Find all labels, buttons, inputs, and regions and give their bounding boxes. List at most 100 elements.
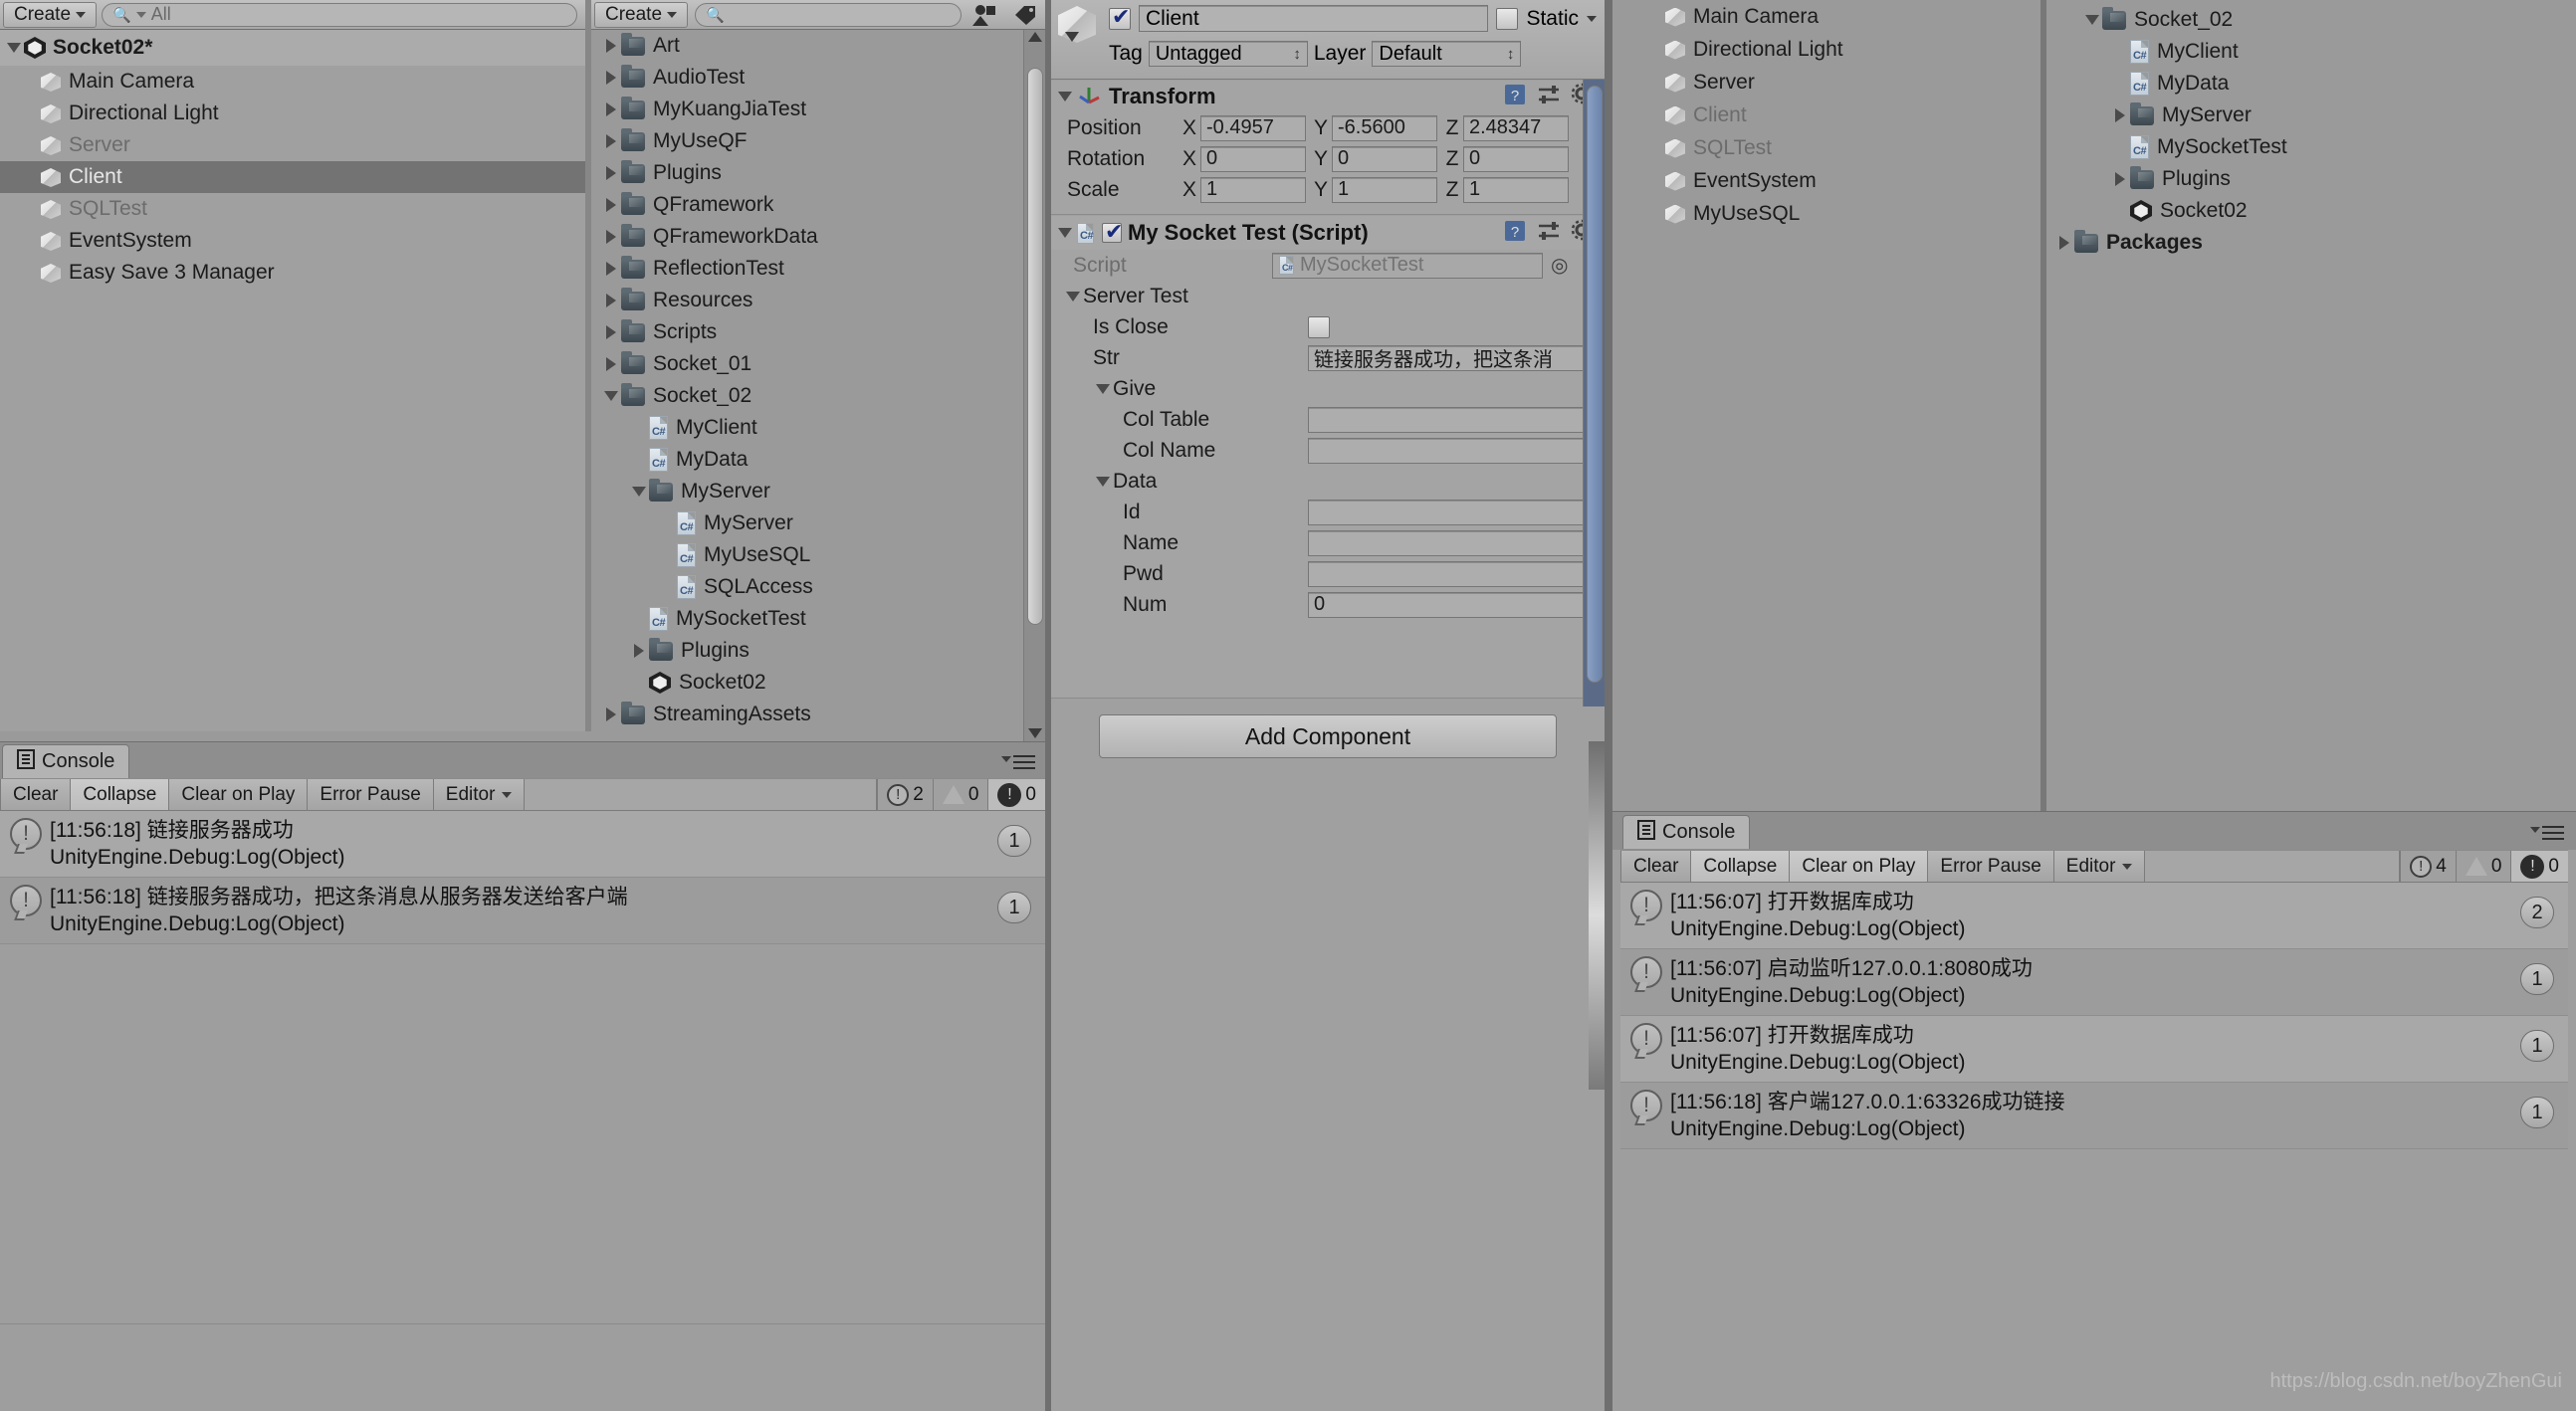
console-tab-right[interactable]: Console [1622, 815, 1751, 849]
str-input[interactable]: 链接服务器成功，把这条消 [1308, 344, 1585, 371]
chevron-right-icon[interactable] [601, 71, 621, 85]
chevron-down-icon[interactable] [629, 487, 649, 497]
console-tab-left[interactable]: Console [2, 744, 130, 778]
chevron-down-icon[interactable] [1001, 756, 1011, 762]
project-item-test[interactable]: Test [591, 730, 1045, 731]
project-item-reflectiontest[interactable]: ReflectionTest [591, 253, 1045, 285]
num-input[interactable]: 0 [1308, 591, 1585, 618]
hierarchy-item-main-camera[interactable]: Main Camera [0, 66, 585, 98]
hierarchy-item-client[interactable]: Client [1612, 99, 2040, 131]
project-item-mysockettest[interactable]: C# MySocketTest [2046, 131, 2576, 163]
chevron-down-icon[interactable] [2122, 863, 2133, 870]
console-right-error-count[interactable]: ! 0 [2510, 851, 2568, 882]
chevron-right-icon[interactable] [601, 294, 621, 307]
scroll-up-arrow-icon[interactable] [1028, 32, 1042, 42]
tag-dropdown[interactable]: Untagged ↕ [1148, 41, 1308, 67]
create-button-hierarchy-left[interactable]: Create [3, 1, 98, 28]
hierarchy-item-eventsystem[interactable]: EventSystem [0, 225, 585, 257]
console-button-clear[interactable]: Clear [1620, 851, 1692, 882]
project-item-mysockettest[interactable]: C# MySocketTest [591, 603, 1045, 635]
project-item-myserver[interactable]: C# MyServer [591, 507, 1045, 539]
col-table-input[interactable] [1308, 406, 1585, 433]
gameobject-name-input[interactable]: Client [1139, 5, 1489, 32]
console-button-clear[interactable]: Clear [0, 779, 72, 810]
project-item-art[interactable]: Art [591, 30, 1045, 62]
chevron-down-icon[interactable] [601, 391, 621, 401]
project-item-socket02[interactable]: Socket02 [591, 667, 1045, 699]
project-item-resources[interactable]: Resources [591, 285, 1045, 316]
project-item-myserver[interactable]: MyServer [591, 476, 1045, 507]
hierarchy-item-sqltest[interactable]: SQLTest [1612, 131, 2040, 164]
chevron-down-icon[interactable] [502, 791, 513, 798]
foldout-data[interactable]: Data [1051, 466, 1605, 497]
script-object-field[interactable]: C# MySocketTest [1272, 252, 1543, 279]
hierarchy-item-easy-save-3-manager[interactable]: Easy Save 3 Manager [0, 257, 585, 289]
chevron-down-icon[interactable] [4, 43, 24, 53]
project-search-input-left[interactable]: 🔍 [695, 2, 962, 27]
project-item-socket_02[interactable]: Socket_02 [591, 380, 1045, 412]
project-item-plugins[interactable]: Plugins [591, 157, 1045, 189]
hierarchy-item-eventsystem[interactable]: EventSystem [1612, 164, 2040, 197]
console-button-editor[interactable]: Editor [433, 779, 526, 810]
project-item-myclient[interactable]: C# MyClient [591, 412, 1045, 444]
transform-scale-z-input[interactable]: 1 [1463, 176, 1569, 203]
transform-rotation-x-input[interactable]: 0 [1200, 145, 1306, 172]
hierarchy-item-server[interactable]: Server [0, 129, 585, 161]
console-gradient-scrollbar[interactable] [1589, 741, 1605, 1090]
script-enabled-checkbox[interactable] [1102, 219, 1123, 245]
hierarchy-item-client[interactable]: Client [0, 161, 585, 193]
transform-position-y-input[interactable]: -6.5600 [1332, 114, 1437, 141]
project-item-socket02[interactable]: Socket02 [2046, 195, 2576, 227]
chevron-down-icon[interactable] [1063, 291, 1083, 302]
hierarchy-scene-root[interactable]: Socket02* [0, 30, 585, 66]
project-item-myserver[interactable]: MyServer [2046, 100, 2576, 131]
inspector-scrollbar[interactable] [1583, 80, 1605, 706]
project-item-mydata[interactable]: C# MyData [591, 444, 1045, 476]
chevron-right-icon[interactable] [2110, 108, 2130, 122]
project-item-streamingassets[interactable]: StreamingAssets [591, 699, 1045, 730]
chevron-down-icon[interactable] [2530, 827, 2540, 833]
chevron-down-icon[interactable] [1093, 476, 1113, 487]
console-right-info-count[interactable]: ! 4 [2400, 851, 2456, 882]
add-component-button[interactable]: Add Component [1099, 714, 1557, 758]
console-log-row[interactable]: [11:56:18] 链接服务器成功，把这条消息从服务器发送给客户端 UnityE… [0, 878, 1045, 944]
chevron-right-icon[interactable] [629, 644, 649, 658]
gameobject-enabled-checkbox[interactable] [1109, 4, 1131, 30]
transform-scale-y-input[interactable]: 1 [1332, 176, 1437, 203]
console-button-error-pause[interactable]: Error Pause [308, 779, 434, 810]
transform-rotation-y-input[interactable]: 0 [1332, 145, 1437, 172]
chevron-right-icon[interactable] [2110, 172, 2130, 186]
chevron-right-icon[interactable] [601, 39, 621, 53]
search-by-type-icon[interactable] [966, 4, 1005, 26]
hierarchy-search-input-left[interactable]: 🔍 All [102, 2, 577, 27]
chevron-right-icon[interactable] [601, 134, 621, 148]
console-left-warning-count[interactable]: 0 [932, 779, 988, 810]
chevron-right-icon[interactable] [2054, 236, 2074, 250]
console-log-row[interactable]: [11:56:07] 打开数据库成功 UnityEngine.Debug:Log(… [1620, 883, 2568, 949]
hierarchy-item-directional-light[interactable]: Directional Light [1612, 33, 2040, 66]
project-item-packages[interactable]: Packages [2046, 227, 2576, 259]
project-item-audiotest[interactable]: AudioTest [591, 62, 1045, 94]
chevron-down-icon[interactable] [1055, 92, 1075, 101]
chevron-down-icon[interactable] [1587, 15, 1597, 22]
project-item-scripts[interactable]: Scripts [591, 316, 1045, 348]
project-left-scroll-thumb[interactable] [1027, 68, 1043, 625]
inspector-scroll-thumb[interactable] [1587, 86, 1603, 683]
create-button-project-left[interactable]: Create [594, 1, 689, 28]
help-book-icon[interactable]: ? [1503, 83, 1527, 111]
col-name-input[interactable] [1308, 437, 1585, 464]
hierarchy-item-sqltest[interactable]: SQLTest [0, 193, 585, 225]
chevron-right-icon[interactable] [601, 230, 621, 244]
hamburger-icon[interactable] [1013, 751, 1035, 773]
console-right-warning-count[interactable]: 0 [2455, 851, 2511, 882]
is-close-checkbox[interactable] [1308, 315, 1330, 338]
hierarchy-item-server[interactable]: Server [1612, 66, 2040, 99]
project-item-myuseqf[interactable]: MyUseQF [591, 125, 1045, 157]
console-left-error-count[interactable]: ! 0 [987, 779, 1045, 810]
console-log-row[interactable]: [11:56:07] 启动监听127.0.0.1:8080成功 UnityEngi… [1620, 949, 2568, 1016]
console-button-clear-on-play[interactable]: Clear on Play [1790, 851, 1929, 882]
project-item-sqlaccess[interactable]: C# SQLAccess [591, 571, 1045, 603]
console-button-error-pause[interactable]: Error Pause [1928, 851, 2054, 882]
project-item-qframeworkdata[interactable]: QFrameworkData [591, 221, 1045, 253]
id-input[interactable] [1308, 499, 1585, 525]
